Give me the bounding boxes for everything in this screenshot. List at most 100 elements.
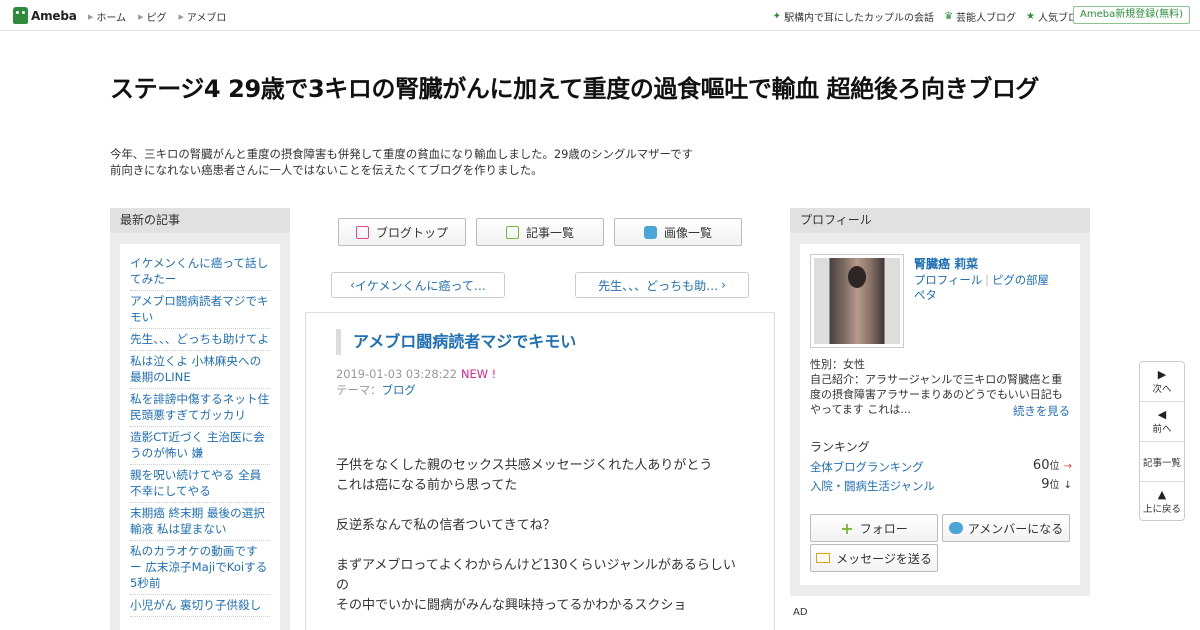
blog-description-line: 前向きになれない癌患者さんに一人ではないことを伝えたくてブログを作りました。 <box>110 163 543 177</box>
article-blank-line <box>336 496 746 516</box>
header-link-topic[interactable]: ✦ 駅構内で耳にしたカップルの会話 <box>773 9 934 24</box>
theme-link[interactable]: ブログ <box>382 383 416 397</box>
article-line: まずアメブロってよくわからんけど130くらいジャンルがあるらしいの <box>336 558 736 593</box>
send-message-label: メッセージを送る <box>836 551 932 566</box>
profile-links: プロフィール | ピグの部屋 ペタ <box>914 273 1074 303</box>
header-link-label: 芸能人ブログ <box>956 13 1017 24</box>
follow-button[interactable]: + フォロー <box>810 514 938 542</box>
ranking-value: 60位 → <box>1033 457 1072 473</box>
blog-description-line: 今年、三キロの腎臓がんと重度の摂食障害も併発して重度の貧血になり輸血しました。2… <box>110 147 694 161</box>
blog-top-label: ブログトップ <box>375 225 448 240</box>
ranking-link[interactable]: 入院・闘病生活ジャンル <box>810 479 935 493</box>
next-article-label: 先生、、、どっちも助… <box>598 278 719 293</box>
triangle-up-icon: ▲ <box>1157 488 1167 501</box>
profile-name[interactable]: 腎臓癌 莉菜 <box>914 255 978 272</box>
prev-article-button[interactable]: ‹ イケメンくんに癌って… <box>331 272 505 298</box>
camera-icon <box>643 225 657 239</box>
recent-article-link[interactable]: 先生、、、どっちも助けてよ <box>130 329 270 351</box>
ranking-number: 60 <box>1032 458 1050 473</box>
floating-nav: ▶ 次へ ◀ 前へ 記事一覧 ▲ 上に戻る <box>1139 361 1185 521</box>
recent-article-link[interactable]: 末期癌 終末期 最後の選択 輸液 私は望まない <box>130 503 270 541</box>
article-theme: テーマ：ブログ <box>336 382 416 398</box>
profile-link[interactable]: プロフィール <box>914 273 982 287</box>
crumb-pigg[interactable]: ▶ ピグ <box>138 9 167 25</box>
profile-heading: プロフィール <box>790 208 1090 233</box>
amember-label: アメンバーになる <box>967 521 1064 536</box>
peta-link[interactable]: ペタ <box>914 288 937 302</box>
caret-right-icon: ▶ <box>178 12 184 21</box>
recent-article-link[interactable]: 私は泣くよ 小林麻央への最期のLINE <box>130 351 270 389</box>
article-line: 反逆系なんで私の信者ついてきてね？ <box>336 518 556 533</box>
ad-label: AD <box>793 607 808 618</box>
ranking-row-genre: 入院・闘病生活ジャンル 9位 ↓ <box>810 476 1072 495</box>
article-body: 子供をなくした親のセックス共感メッセージくれた人ありがとう これは癌になる前から… <box>336 456 746 616</box>
breadcrumb: ▶ ホーム ▶ ピグ ▶ アメブロ <box>88 9 238 25</box>
plus-icon: + <box>840 518 854 538</box>
theme-label: テーマ： <box>336 383 382 397</box>
crumb-label: アメブロ <box>186 13 227 24</box>
recent-article-link[interactable]: 親を呪い続けてやる 全員不幸にしてやる <box>130 465 270 503</box>
recent-article-link[interactable]: アメブロ闘病読者マジでキモい <box>130 291 270 329</box>
ranking-link[interactable]: 全体ブログランキング <box>810 460 924 474</box>
recent-articles-heading: 最新の記事 <box>110 208 290 233</box>
recent-articles-panel: 最新の記事 イケメンくんに癌って話してみたー アメブロ闘病読者マジでキモい 先生… <box>110 208 290 630</box>
ranking-row-overall: 全体ブログランキング 60位 → <box>810 457 1072 476</box>
recent-article-link[interactable]: 私を誹謗中傷するネット住民頭悪すぎてガッカリ <box>130 389 270 427</box>
float-list-label: 記事一覧 <box>1142 458 1181 469</box>
read-more-link[interactable]: 続きを見る <box>1013 403 1070 419</box>
float-next-button[interactable]: ▶ 次へ <box>1140 362 1184 402</box>
article-meta: 2019-01-03 03:28:22 NEW ! <box>336 367 496 381</box>
article-line: 子供をなくした親のセックス共感メッセージくれた人ありがとう <box>336 458 713 473</box>
header-links: ✦ 駅構内で耳にしたカップルの会話 ♛ 芸能人ブログ ★ 人気ブログ <box>763 9 1088 24</box>
recent-article-link[interactable]: 小児がん 裏切り子供殺し <box>130 595 270 617</box>
profile-gender: 性別：女性 <box>810 358 865 371</box>
recent-article-link[interactable]: 私のカラオケの動画です ー 広末涼子MajiでKoiする5秒前 <box>130 541 270 595</box>
header-link-celebrity[interactable]: ♛ 芸能人ブログ <box>944 9 1016 24</box>
profile-avatar[interactable] <box>810 254 904 348</box>
prev-article-label: イケメンくんに癌って… <box>354 278 486 293</box>
documents-icon <box>505 225 519 239</box>
article-blank-line <box>336 536 746 556</box>
avatar-image <box>814 258 900 344</box>
chat-bubble-icon <box>948 522 963 534</box>
pigg-room-link[interactable]: ピグの部屋 <box>992 273 1049 287</box>
separator: | <box>985 273 989 287</box>
crown-icon: ♛ <box>944 11 954 22</box>
float-prev-button[interactable]: ◀ 前へ <box>1140 402 1184 442</box>
image-list-button[interactable]: 画像一覧 <box>614 218 742 246</box>
float-list-button[interactable]: 記事一覧 <box>1140 442 1184 482</box>
next-article-button[interactable]: 先生、、、どっちも助… › <box>575 272 749 298</box>
recent-articles-box: イケメンくんに癌って話してみたー アメブロ闘病読者マジでキモい 先生、、、どっち… <box>120 244 280 630</box>
recent-article-link[interactable]: イケメンくんに癌って話してみたー <box>130 253 270 291</box>
crumb-label: ホーム <box>96 13 127 24</box>
signup-button[interactable]: Ameba新規登録(無料) <box>1072 6 1190 24</box>
article-title[interactable]: アメブロ闘病読者マジでキモい <box>336 329 576 355</box>
profile-panel: プロフィール 腎臓癌 莉菜 プロフィール | ピグの部屋 ペタ 性別：女性 自己紹介… <box>790 208 1090 596</box>
caret-right-icon: ▶ <box>88 12 94 21</box>
float-prev-label: 前へ <box>1152 424 1172 435</box>
header-link-label: 駅構内で耳にしたカップルの会話 <box>784 13 935 24</box>
star-icon: ★ <box>1026 11 1035 22</box>
ameba-logo[interactable]: Ameba <box>13 6 77 25</box>
amember-button[interactable]: アメンバーになる <box>942 514 1070 542</box>
ranking-heading: ランキング <box>810 440 870 454</box>
crumb-home[interactable]: ▶ ホーム <box>88 9 127 25</box>
article-line: これは癌になる前から思ってた <box>336 478 518 493</box>
article-list-button[interactable]: 記事一覧 <box>476 218 604 246</box>
blog-description: 今年、三キロの腎臓がんと重度の摂食障害も併発して重度の貧血になり輸血しました。2… <box>110 146 830 178</box>
notebook-icon <box>355 225 369 239</box>
ranking-value: 9位 ↓ <box>1041 476 1072 492</box>
profile-box: 腎臓癌 莉菜 プロフィール | ピグの部屋 ペタ 性別：女性 自己紹介：アラサージャ… <box>800 244 1080 585</box>
send-message-button[interactable]: メッセージを送る <box>810 544 938 572</box>
crumb-label: ピグ <box>146 13 167 24</box>
blog-title[interactable]: ステージ4 29歳で3キロの腎臓がんに加えて重度の過食嘔吐で輸血 超絶後ろ向きブ… <box>110 73 1100 106</box>
crumb-ameblo[interactable]: ▶ アメブロ <box>178 9 227 25</box>
float-top-button[interactable]: ▲ 上に戻る <box>1140 482 1184 522</box>
recent-articles-list: イケメンくんに癌って話してみたー アメブロ闘病読者マジでキモい 先生、、、どっち… <box>130 253 270 617</box>
trend-right-icon: → <box>1063 461 1072 472</box>
blog-top-button[interactable]: ブログトップ <box>338 218 466 246</box>
recent-article-link[interactable]: 造影CT近づく 主治医に会うのが怖い 嫌 <box>130 427 270 465</box>
image-list-label: 画像一覧 <box>663 225 712 240</box>
article: アメブロ闘病読者マジでキモい 2019-01-03 03:28:22 NEW ! … <box>305 312 775 630</box>
play-left-icon: ◀ <box>1157 408 1167 421</box>
